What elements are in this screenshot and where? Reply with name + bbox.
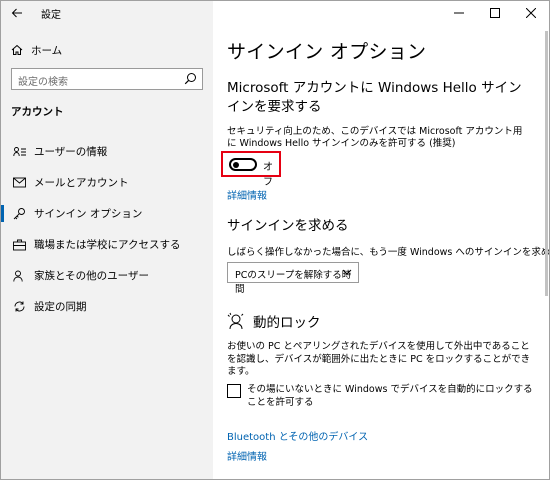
chevron-down-icon [342,269,352,275]
sidebar-item-mail-accounts[interactable]: メールとアカウント [1,167,213,198]
user-info-icon [13,146,26,156]
close-icon [526,8,536,18]
mail-icon [13,177,26,188]
maximize-icon [490,8,500,18]
dynamic-lock-heading: 動的ロック [253,315,321,331]
maximize-button[interactable] [477,1,513,25]
home-icon [11,44,23,55]
sidebar-item-label: 家族とその他のユーザー [34,270,149,282]
dynamic-lock-checkbox[interactable] [227,384,241,398]
dropdown-value: PCのスリープを解除する時間 [235,270,352,295]
scrollbar[interactable] [544,31,549,471]
dynamic-lock-checkbox-label[interactable]: その場にいないときに Windows でデバイスを自動的にロックすることを許可す… [247,384,537,409]
bluetooth-link[interactable]: Bluetooth とその他のデバイス [227,428,368,443]
scroll-thumb[interactable] [545,31,548,296]
briefcase-icon [13,239,26,250]
page-title: サインイン オプション [227,41,427,63]
hello-details-link[interactable]: 詳細情報 [227,187,267,202]
search-input[interactable]: 設定の検索 [11,68,203,90]
sync-icon [14,301,25,312]
section-title: アカウント [11,106,64,118]
toggle-knob [233,162,239,168]
window-controls [441,1,549,25]
dynamic-lock-header: 動的ロック [227,311,321,331]
hello-toggle[interactable] [229,158,257,171]
settings-window: 設定 ホーム 設定の検索 アカウント ユーザーの情報 メールとアカウント サイン… [0,0,550,480]
back-button[interactable] [7,3,27,23]
search-icon [184,73,196,85]
sidebar-item-sync-settings[interactable]: 設定の同期 [1,291,213,322]
sidebar-item-signin-options[interactable]: サインイン オプション [1,198,213,229]
sidebar-item-work-school[interactable]: 職場または学校にアクセスする [1,229,213,260]
sidebar: 設定 ホーム 設定の検索 アカウント ユーザーの情報 メールとアカウント サイン… [1,1,213,479]
sidebar-item-label: 設定の同期 [34,301,87,313]
back-arrow-icon [11,8,22,18]
sidebar-item-label: 職場または学校にアクセスする [34,239,181,251]
require-signin-dropdown[interactable]: PCのスリープを解除する時間 [227,262,359,295]
sidebar-nav: ユーザーの情報 メールとアカウント サインイン オプション 職場または学校にアク… [1,136,213,322]
sidebar-item-label: サインイン オプション [34,208,143,220]
close-button[interactable] [513,1,549,25]
hello-description: セキュリティ向上のため、このデバイスでは Microsoft アカウント用に W… [227,126,523,149]
home-link[interactable]: ホーム [11,41,62,59]
app-title: 設定 [41,10,61,21]
sidebar-item-family-users[interactable]: 家族とその他のユーザー [1,260,213,291]
sidebar-item-user-info[interactable]: ユーザーの情報 [1,136,213,167]
minimize-button[interactable] [441,1,477,25]
person-add-icon [13,270,23,282]
dynamic-lock-details-link[interactable]: 詳細情報 [227,448,267,463]
highlight-box: オフ [221,151,281,188]
sidebar-item-label: ユーザーの情報 [34,146,108,158]
dynamic-lock-description: お使いの PC とペアリングされたデバイスを使用して外出中であることを認識し、デ… [227,341,531,377]
titlebar-left: 設定 [1,1,213,25]
search-placeholder: 設定の検索 [18,77,68,88]
toggle-state-label: オフ [263,162,273,188]
home-label: ホーム [31,44,63,57]
dynamic-lock-icon [227,312,244,330]
sidebar-item-label: メールとアカウント [34,177,129,189]
require-signin-description: しばらく操作しなかった場合に、もう一度 Windows へのサインインを求めるタ… [227,247,550,258]
main-content: サインイン オプション Microsoft アカウントに Windows Hel… [213,1,549,479]
key-icon [13,208,25,220]
minimize-icon [454,12,464,14]
require-signin-heading: サインインを求める [227,218,349,234]
hello-heading: Microsoft アカウントに Windows Hello サインインを要求す… [227,80,522,115]
